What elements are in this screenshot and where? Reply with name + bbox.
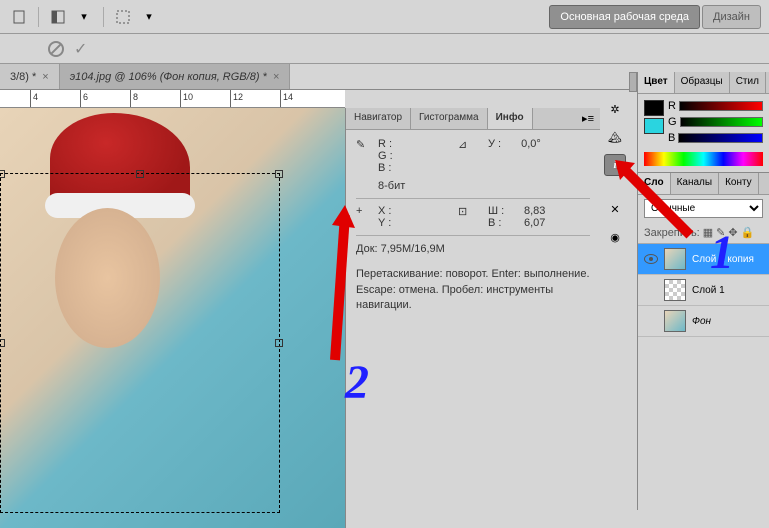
compass-icon[interactable]: ✲: [604, 98, 626, 120]
g-slider[interactable]: [680, 117, 763, 127]
ruler-tick: 14: [280, 90, 293, 108]
dropdown-icon[interactable]: ▾: [73, 6, 95, 28]
tab-navigator[interactable]: Навигатор: [346, 108, 411, 129]
ruler-tick: 4: [30, 90, 38, 108]
divider: [356, 198, 590, 199]
doc-size: Док: 7,95M/16,9M: [356, 242, 590, 257]
tab-label: э104.jpg @ 106% (Фон копия, RGB/8) *: [70, 71, 267, 83]
panel-menu-icon[interactable]: ▸≡: [576, 108, 600, 129]
foreground-swatch[interactable]: [644, 100, 664, 116]
bit-depth: 8-бит: [378, 180, 590, 192]
tab-color[interactable]: Цвет: [638, 72, 675, 93]
transform-handle[interactable]: [0, 339, 5, 347]
transform-selection[interactable]: [0, 173, 280, 513]
transform-handle[interactable]: [275, 339, 283, 347]
h-label: В :: [488, 217, 508, 229]
b-slider-label: B: [668, 132, 675, 144]
workspace-design-button[interactable]: Дизайн: [702, 5, 761, 29]
canvas[interactable]: [0, 108, 345, 528]
ruler-tick: 8: [130, 90, 138, 108]
g-label: G :: [378, 150, 398, 162]
annotation-number-2: 2: [345, 355, 369, 410]
tab-histogram[interactable]: Гистограмма: [411, 108, 488, 129]
tab-styles[interactable]: Стил: [730, 72, 766, 93]
lock-all-icon[interactable]: 🔒: [741, 226, 755, 239]
file-icon[interactable]: [8, 6, 30, 28]
layer-row[interactable]: Фон: [638, 306, 769, 337]
transform-handle[interactable]: [0, 170, 5, 178]
ruler-tick: 12: [230, 90, 243, 108]
collapse-handle[interactable]: [629, 72, 637, 92]
tab-layers[interactable]: Сло: [638, 173, 671, 194]
close-icon[interactable]: ×: [42, 71, 48, 83]
cancel-icon[interactable]: [48, 41, 64, 57]
layer-row[interactable]: Слой 1: [638, 275, 769, 306]
g-slider-label: G: [668, 116, 677, 128]
w-label: Ш :: [488, 205, 508, 217]
layer-row[interactable]: Слой 1 копия: [638, 244, 769, 275]
eyedropper-icon: ✎: [356, 138, 374, 174]
tab-channels[interactable]: Каналы: [671, 173, 720, 194]
clone-icon[interactable]: ◉: [604, 226, 626, 248]
transform-handle[interactable]: [275, 170, 283, 178]
hint-text: Перетаскивание: поворот. Enter: выполнен…: [356, 267, 590, 313]
document-tab-1[interactable]: 3/8) * ×: [0, 64, 60, 89]
document-tab-2[interactable]: э104.jpg @ 106% (Фон копия, RGB/8) * ×: [60, 64, 291, 89]
background-swatch[interactable]: [644, 118, 664, 134]
horizontal-ruler: 4 6 8 10 12 14: [0, 90, 345, 108]
spectrum-bar[interactable]: [644, 152, 763, 166]
angle-icon: ⊿: [458, 138, 476, 174]
close-icon[interactable]: ×: [273, 71, 279, 83]
info-panel: Навигатор Гистограмма Инфо ▸≡ ✎ R : G : …: [345, 108, 600, 528]
tab-paths[interactable]: Конту: [719, 173, 759, 194]
tools-icon[interactable]: ✕: [604, 198, 626, 220]
dimensions-icon: ⊡: [458, 205, 476, 229]
divider: [356, 235, 590, 236]
ruler-tick: 10: [180, 90, 193, 108]
mountain-icon[interactable]: 🏔: [604, 126, 626, 148]
b-slider[interactable]: [678, 133, 763, 143]
dropdown-icon[interactable]: ▾: [138, 6, 160, 28]
x-label: X :: [378, 205, 398, 217]
layer-thumbnail: [664, 279, 686, 301]
visibility-icon[interactable]: [644, 254, 658, 264]
tab-swatches[interactable]: Образцы: [675, 72, 730, 93]
layer-name: Фон: [692, 316, 711, 327]
workspace-main-button[interactable]: Основная рабочая среда: [549, 5, 700, 29]
color-panel: Цвет Образцы Стил R G B: [638, 72, 769, 173]
layer-thumbnail: [664, 310, 686, 332]
layers-panel: Сло Каналы Конту Обычные Закрепить: ▦ ✎ …: [638, 173, 769, 337]
transform-handle[interactable]: [136, 170, 144, 178]
angle-value: 0,0°: [521, 138, 541, 174]
angle-label: У :: [488, 138, 501, 174]
mini-toolbar: ✲ 🏔 i ✕ ◉: [600, 92, 630, 254]
layout-icon-2[interactable]: [112, 6, 134, 28]
b-label: B :: [378, 162, 398, 174]
blend-mode-select[interactable]: Обычные: [644, 199, 763, 218]
image-content: [0, 108, 345, 528]
y-label: Y :: [378, 217, 398, 229]
r-label: R :: [378, 138, 398, 150]
w-value: 8,83: [524, 205, 574, 217]
h-value: 6,07: [524, 217, 574, 229]
lock-label: Закрепить:: [644, 227, 700, 239]
annotation-number-1: 1: [710, 225, 734, 280]
r-slider[interactable]: [679, 101, 763, 111]
layout-icon-1[interactable]: [47, 6, 69, 28]
divider: [38, 7, 39, 27]
divider: [103, 7, 104, 27]
info-icon[interactable]: i: [604, 154, 626, 176]
tab-label: 3/8) *: [10, 71, 36, 83]
confirm-icon[interactable]: ✓: [74, 39, 87, 59]
crosshair-icon: +: [356, 205, 374, 229]
r-slider-label: R: [668, 100, 676, 112]
layer-name: Слой 1: [692, 285, 725, 296]
layer-thumbnail: [664, 248, 686, 270]
ruler-tick: 6: [80, 90, 88, 108]
tab-info[interactable]: Инфо: [488, 108, 533, 129]
